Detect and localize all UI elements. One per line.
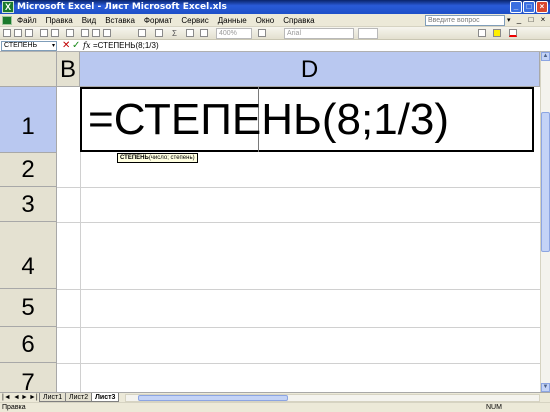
row-header-4[interactable]: 4: [0, 222, 57, 289]
gridline: [57, 363, 540, 364]
sheet-tab-bar: |◄ ◄ ► ►| Лист1 Лист2 Лист3: [0, 392, 550, 402]
name-box-value: СТЕПЕНЬ: [4, 42, 38, 49]
doc-restore-button[interactable]: □: [526, 15, 536, 25]
row-header-7[interactable]: 7: [0, 363, 57, 392]
menu-format[interactable]: Формат: [144, 14, 172, 27]
menu-file[interactable]: Файл: [17, 14, 37, 27]
menu-data[interactable]: Данные: [218, 14, 247, 27]
font-color-icon[interactable]: [509, 29, 517, 37]
cancel-icon[interactable]: ✕: [62, 40, 70, 52]
row-header-1[interactable]: 1: [0, 87, 57, 153]
row-header-6[interactable]: 6: [0, 327, 57, 363]
doc-minimize-button[interactable]: _: [514, 15, 524, 25]
doc-close-button[interactable]: ×: [538, 15, 548, 25]
preview-icon[interactable]: [51, 29, 59, 37]
maximize-button[interactable]: □: [523, 1, 535, 13]
menu-help[interactable]: Справка: [283, 14, 314, 27]
row-header-3[interactable]: 3: [0, 187, 57, 222]
worksheet-grid[interactable]: B D 1 2 3 4 5 6 7 =СТЕПЕНЬ(8;1/3) СТЕПЕН…: [0, 52, 540, 392]
copy-icon[interactable]: [92, 29, 100, 37]
sheet-tab-3[interactable]: Лист3: [91, 393, 120, 402]
document-controls: _ □ ×: [514, 15, 548, 25]
row-header-2[interactable]: 2: [0, 153, 57, 187]
gridline: [57, 222, 540, 223]
spelling-icon[interactable]: [66, 29, 74, 37]
sort-icon[interactable]: [186, 29, 194, 37]
gridline: [57, 289, 540, 290]
undo-icon[interactable]: [138, 29, 146, 37]
window-title: Microsoft Excel - Лист Microsoft Excel.x…: [17, 2, 227, 12]
gridline: [57, 187, 540, 188]
font-size-select[interactable]: [358, 28, 378, 39]
hscroll-thumb[interactable]: [138, 395, 288, 401]
menu-tools[interactable]: Сервис: [181, 14, 208, 27]
scroll-thumb[interactable]: [541, 112, 550, 252]
vertical-scrollbar[interactable]: ▲ ▼: [540, 52, 550, 392]
sheet-tab-1[interactable]: Лист1: [39, 393, 67, 402]
print-icon[interactable]: [40, 29, 48, 37]
close-button[interactable]: ×: [536, 1, 548, 13]
font-select[interactable]: Arial: [284, 28, 354, 39]
chevron-down-icon[interactable]: ▾: [52, 42, 55, 50]
menu-view[interactable]: Вид: [82, 14, 96, 27]
excel-app-icon: X: [2, 1, 14, 13]
standard-toolbar: Σ 400% Arial: [0, 27, 550, 40]
cut-icon[interactable]: [81, 29, 89, 37]
hyperlink-icon[interactable]: [155, 29, 163, 37]
fill-color-icon[interactable]: [493, 29, 501, 37]
workbook-icon[interactable]: [2, 16, 12, 25]
enter-icon[interactable]: ✓: [72, 40, 80, 52]
save-icon[interactable]: [25, 29, 33, 37]
column-header-b[interactable]: B: [57, 52, 80, 87]
sheet-tab-2[interactable]: Лист2: [65, 393, 93, 402]
menu-edit[interactable]: Правка: [46, 14, 73, 27]
title-bar: X Microsoft Excel - Лист Microsoft Excel…: [0, 0, 550, 14]
scroll-up-icon[interactable]: ▲: [541, 52, 550, 61]
zoom-select[interactable]: 400%: [216, 28, 252, 39]
help-search-input[interactable]: Введите вопрос: [425, 15, 505, 26]
menu-window[interactable]: Окно: [256, 14, 275, 27]
status-bar: Правка NUM: [0, 402, 550, 412]
tooltip-function-name[interactable]: СТЕПЕНЬ: [120, 155, 149, 161]
chart-icon[interactable]: [200, 29, 208, 37]
status-num-lock: NUM: [486, 404, 502, 411]
new-icon[interactable]: [3, 29, 11, 37]
paste-icon[interactable]: [103, 29, 111, 37]
horizontal-scrollbar[interactable]: [125, 394, 540, 402]
status-mode: Правка: [2, 404, 26, 411]
scroll-down-icon[interactable]: ▼: [541, 383, 550, 392]
borders-icon[interactable]: [478, 29, 486, 37]
select-all-corner[interactable]: [0, 52, 57, 87]
help-icon[interactable]: [258, 29, 266, 37]
menu-bar: Файл Правка Вид Вставка Формат Сервис Да…: [0, 14, 550, 27]
window-controls: _ □ ×: [510, 1, 548, 13]
tooltip-arguments: (число; степень): [148, 155, 195, 161]
autosum-icon[interactable]: Σ: [172, 27, 177, 40]
gridline: [57, 327, 540, 328]
formula-bar: СТЕПЕНЬ ▾ ✕ ✓ fx =СТЕПЕНЬ(8;1/3): [0, 40, 550, 52]
minimize-button[interactable]: _: [510, 1, 522, 13]
formula-input[interactable]: =СТЕПЕНЬ(8;1/3): [93, 40, 159, 52]
column-header-d[interactable]: D: [80, 52, 540, 87]
open-icon[interactable]: [14, 29, 22, 37]
name-box[interactable]: СТЕПЕНЬ ▾: [1, 41, 57, 51]
insert-function-icon[interactable]: fx: [83, 40, 90, 52]
chevron-down-icon[interactable]: ▾: [507, 16, 511, 24]
row-header-5[interactable]: 5: [0, 289, 57, 327]
function-tooltip: СТЕПЕНЬ(число; степень): [117, 153, 198, 163]
menu-insert[interactable]: Вставка: [105, 14, 135, 27]
cell-formula-text[interactable]: =СТЕПЕНЬ(8;1/3): [88, 90, 449, 150]
